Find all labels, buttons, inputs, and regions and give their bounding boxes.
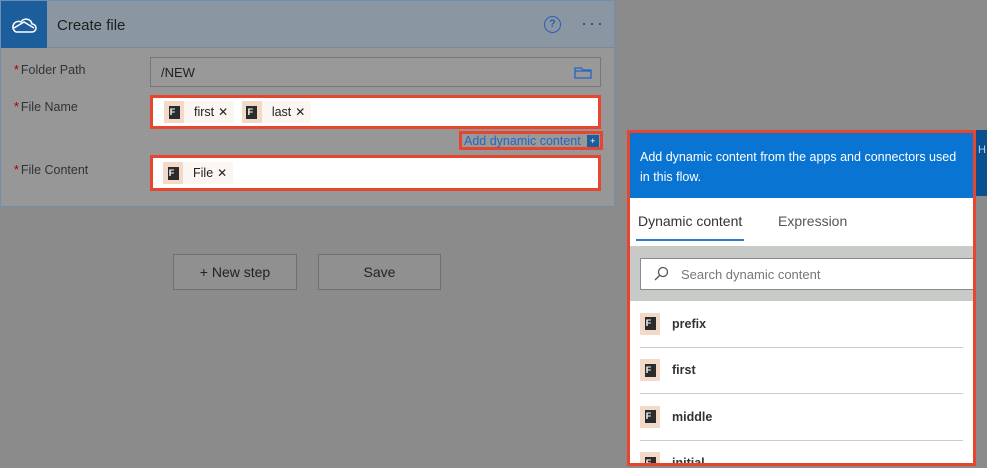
flow-token-icon: F bbox=[640, 312, 660, 335]
add-dynamic-content-link[interactable]: Add dynamic content + bbox=[459, 131, 603, 150]
card-header[interactable]: Create file ? ··· bbox=[1, 1, 614, 48]
flow-token-icon: F bbox=[164, 101, 184, 123]
panel-header: Add dynamic content from the apps and co… bbox=[630, 133, 973, 198]
remove-token-icon[interactable]: ✕ bbox=[295, 105, 311, 119]
tab-dynamic-content[interactable]: Dynamic content bbox=[635, 213, 745, 241]
remove-token-icon[interactable]: ✕ bbox=[217, 166, 233, 180]
card-title: Create file bbox=[57, 17, 126, 34]
folder-path-value: /NEW bbox=[161, 65, 195, 80]
create-file-card: Create file ? ··· * Folder Path /NEW * Fil… bbox=[0, 0, 615, 207]
list-item[interactable]: Fprefix bbox=[640, 301, 963, 348]
more-options-icon[interactable]: ··· bbox=[581, 13, 605, 34]
tab-expression[interactable]: Expression bbox=[778, 213, 847, 229]
file-name-label: * File Name bbox=[14, 100, 78, 114]
file-content-label: * File Content bbox=[14, 163, 89, 177]
list-item[interactable]: Finitial bbox=[640, 441, 963, 463]
folder-icon[interactable] bbox=[574, 65, 592, 79]
list-item[interactable]: Fmiddle bbox=[640, 394, 963, 441]
flow-token-icon: F bbox=[241, 101, 262, 123]
flow-token-icon: F bbox=[640, 452, 660, 463]
save-button[interactable]: Save bbox=[318, 254, 441, 290]
flow-token-icon: F bbox=[640, 405, 660, 428]
panel-tabs: Dynamic content Expression bbox=[630, 198, 973, 246]
file-content-field[interactable]: F File ✕ bbox=[150, 155, 601, 191]
list-item[interactable]: Ffirst bbox=[640, 348, 963, 394]
folder-path-label: * Folder Path bbox=[14, 63, 86, 77]
help-icon[interactable]: ? bbox=[544, 16, 561, 33]
file-name-field[interactable]: Ffirst ✕ Flast ✕ bbox=[150, 95, 601, 129]
token-first[interactable]: Ffirst ✕ bbox=[164, 101, 235, 123]
flow-token-icon: F bbox=[640, 359, 660, 382]
token-last[interactable]: Flast ✕ bbox=[241, 101, 312, 123]
search-icon bbox=[654, 266, 669, 281]
folder-path-field[interactable]: /NEW bbox=[150, 57, 601, 87]
search-dynamic-content-input[interactable]: Search dynamic content bbox=[640, 258, 973, 290]
panel-side-strip: H bbox=[976, 130, 987, 196]
remove-token-icon[interactable]: ✕ bbox=[218, 105, 234, 119]
plus-icon: + bbox=[586, 134, 599, 147]
flow-token-icon: F bbox=[163, 162, 183, 184]
dynamic-content-panel: Add dynamic content from the apps and co… bbox=[627, 130, 976, 466]
token-file[interactable]: F File ✕ bbox=[163, 162, 234, 184]
new-step-button[interactable]: + New step bbox=[173, 254, 297, 290]
onedrive-cloud-icon bbox=[1, 1, 47, 48]
